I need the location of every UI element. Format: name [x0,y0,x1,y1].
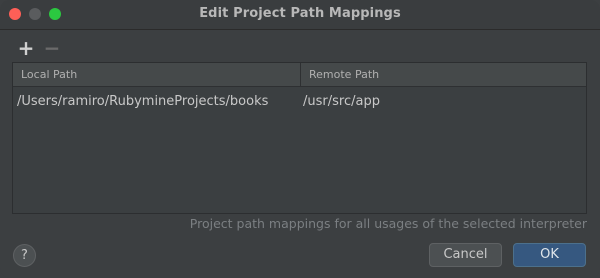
help-button[interactable]: ? [13,244,36,267]
table-header: Local Path Remote Path [13,63,586,87]
ok-button[interactable]: OK [513,243,586,267]
column-header-remote-path[interactable]: Remote Path [301,63,586,87]
local-path-cell[interactable]: /Users/ramiro/RubymineProjects/books [17,91,268,113]
cancel-button[interactable]: Cancel [429,243,502,267]
remote-path-cell[interactable]: /usr/src/app [303,91,380,113]
path-mappings-table[interactable]: Local Path Remote Path /Users/ramiro/Rub… [12,62,587,214]
remove-mapping-button[interactable]: − [42,38,62,58]
dialog-window: Edit Project Path Mappings + − Local Pat… [0,0,600,278]
column-header-local-path[interactable]: Local Path [13,63,301,87]
hint-text: Project path mappings for all usages of … [189,216,587,231]
add-mapping-button[interactable]: + [16,38,36,58]
title-bar: Edit Project Path Mappings [0,0,600,30]
table-row[interactable]: /Users/ramiro/RubymineProjects/books /us… [13,91,586,113]
dialog-title: Edit Project Path Mappings [199,6,401,21]
